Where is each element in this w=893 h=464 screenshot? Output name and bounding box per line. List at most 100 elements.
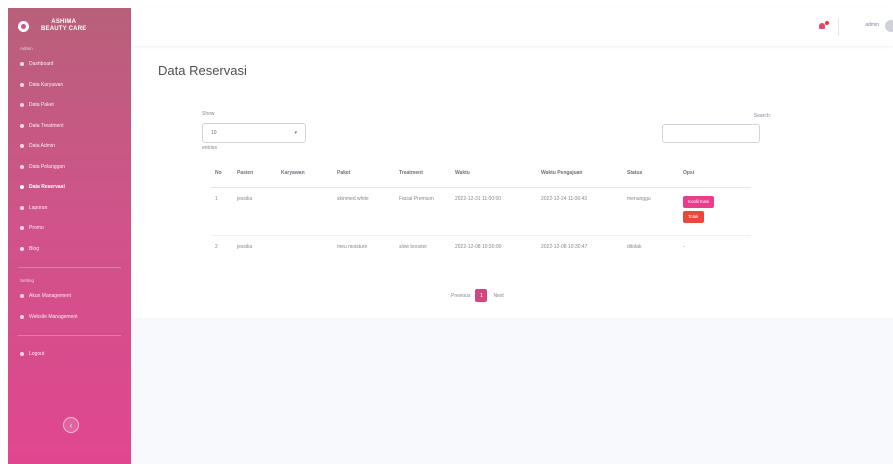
globe-icon: [20, 314, 24, 319]
cell-no: 2: [215, 243, 218, 250]
cell-status: menunggu: [623, 187, 679, 236]
sidebar-item-dashboard[interactable]: Dashboard: [8, 54, 131, 75]
cell-paket: skinmed white: [333, 187, 395, 236]
pagination-page-1[interactable]: 1: [475, 289, 488, 302]
reject-button[interactable]: Tolak: [683, 210, 704, 223]
cell-karyawan: [277, 187, 333, 236]
sidebar-item-label: Data Reservasi: [29, 184, 65, 191]
calendar-icon: [20, 185, 24, 190]
notification-badge: [825, 21, 829, 25]
topbar-divider: [838, 18, 839, 36]
sidebar-heading-admin: Admin: [20, 46, 33, 51]
cell-waktu-pengajuan: 2022-12-24 11:06:43: [537, 187, 623, 236]
column-header-paket[interactable]: Paket: [333, 159, 395, 188]
sidebar-item-logout[interactable]: Logout: [8, 344, 131, 365]
cell-opsi: Konfirmasi Tolak: [679, 187, 751, 236]
brand-line-2: BEAUTY CARE: [41, 26, 87, 32]
entries-select-value: 10: [211, 130, 217, 136]
reservation-table-card: Show 10 ▾ entries Search: No Pasien Kary…: [191, 104, 771, 309]
dashboard-icon: [20, 62, 24, 67]
sidebar-item-blog[interactable]: Blog: [8, 239, 131, 260]
avatar[interactable]: [885, 20, 893, 32]
sidebar-item-label: Laporan: [29, 204, 48, 211]
column-header-pasien[interactable]: Pasien: [233, 159, 277, 188]
column-header-opsi[interactable]: Opsi: [679, 159, 751, 188]
sidebar-item-akun-management[interactable]: Akun Management: [8, 286, 131, 307]
users-icon: [20, 82, 24, 87]
entries-label: entries: [202, 145, 218, 151]
topbar: admin: [131, 8, 893, 46]
pagination-next[interactable]: Next: [493, 293, 503, 299]
column-header-status[interactable]: Status: [623, 159, 679, 188]
sidebar-item-label: Data Pelanggan: [29, 163, 65, 170]
cell-paket: meu moisture: [337, 243, 368, 250]
user-name[interactable]: admin: [865, 22, 879, 28]
sidebar-item-label: Dashboard: [29, 61, 54, 68]
cell-treatment: Facial Premium: [395, 187, 451, 236]
reservation-table: No Pasien Karyawan Paket Treatment Waktu…: [211, 159, 751, 275]
sidebar-brand[interactable]: ASHIMA BEAUTY CARE: [8, 8, 131, 44]
admin-icon: [20, 144, 24, 149]
sidebar-item-data-treatment[interactable]: Data Treatment: [8, 116, 131, 137]
brand-logo-icon: [18, 20, 29, 32]
entries-select[interactable]: 10 ▾: [202, 123, 306, 143]
logout-icon: [20, 352, 24, 357]
blog-icon: [20, 246, 24, 251]
sidebar-item-data-karyawan[interactable]: Data Karyawan: [8, 75, 131, 96]
sidebar-item-data-admin[interactable]: Data Admin: [8, 136, 131, 157]
report-icon: [20, 205, 24, 210]
cell-waktu: 2022-12-31 11:00:00: [451, 187, 537, 236]
cell-status: ditolak: [627, 243, 642, 250]
tag-icon: [20, 226, 24, 231]
sidebar-item-label: Data Admin: [29, 143, 55, 150]
sidebar-item-website-management[interactable]: Website Management: [8, 307, 131, 328]
sidebar-divider: [18, 335, 121, 336]
treatment-icon: [20, 123, 24, 128]
sidebar-divider: [18, 267, 121, 268]
bell-icon[interactable]: [819, 21, 829, 30]
table-header-row: No Pasien Karyawan Paket Treatment Waktu…: [211, 159, 751, 188]
show-entries-label: Show: [202, 111, 215, 117]
sidebar-item-label: Website Management: [29, 313, 78, 320]
page-title: Data Reservasi: [158, 63, 247, 78]
sidebar-item-laporan[interactable]: Laporan: [8, 198, 131, 219]
gear-icon: [20, 294, 24, 299]
sidebar-item-label: Akun Management: [29, 293, 71, 300]
sidebar-item-label: Blog: [29, 245, 40, 252]
sidebar-item-label: Data Treatment: [29, 122, 64, 129]
sidebar-item-label: Data Karyawan: [29, 81, 64, 88]
chevron-left-icon: ‹: [69, 420, 73, 430]
customer-icon: [20, 164, 24, 169]
table-row: 1 jessika skinmed white Facial Premium 2…: [211, 187, 751, 236]
column-header-waktu-pengajuan[interactable]: Waktu Pengajuan: [537, 159, 623, 188]
cell-treatment: slow booster: [399, 243, 428, 250]
sidebar-item-label: Promo: [29, 225, 44, 232]
sidebar-heading-setting: Setting: [20, 278, 35, 283]
cell-waktu-pengajuan: 2022-12-08 10:30:47: [541, 243, 588, 250]
pagination: Previous 1 Next: [451, 289, 504, 302]
sidebar-item-promo[interactable]: Promo: [8, 218, 131, 239]
sidebar-toggle-button[interactable]: ‹: [63, 417, 79, 433]
column-header-no[interactable]: No: [211, 159, 233, 188]
column-header-karyawan[interactable]: Karyawan: [277, 159, 333, 188]
sidebar-item-data-paket[interactable]: Data Paket: [8, 95, 131, 116]
search-label: Search:: [753, 113, 771, 119]
table-row: 2 jessika meu moisture slow booster 2022…: [211, 235, 751, 275]
package-icon: [20, 103, 24, 108]
column-header-treatment[interactable]: Treatment: [395, 159, 451, 188]
column-header-waktu[interactable]: Waktu: [451, 159, 537, 188]
sidebar-item-data-reservasi[interactable]: Data Reservasi: [8, 177, 131, 198]
chevron-down-icon: ▾: [294, 130, 297, 136]
search-input[interactable]: [662, 124, 760, 143]
sidebar-item-label: Data Paket: [29, 102, 54, 109]
confirm-button[interactable]: Konfirmasi: [683, 195, 715, 208]
sidebar-item-data-pelanggan[interactable]: Data Pelanggan: [8, 157, 131, 178]
sidebar: ASHIMA BEAUTY CARE Admin Dashboard Data …: [8, 8, 131, 464]
cell-opsi: -: [683, 243, 685, 250]
cell-pasien: jessika: [237, 243, 253, 250]
brand-name: ASHIMA BEAUTY CARE: [41, 19, 86, 33]
cell-no: 1: [211, 187, 233, 236]
pagination-previous[interactable]: Previous: [451, 293, 470, 299]
bell-body: [819, 23, 825, 29]
brand-line-1: ASHIMA: [51, 19, 77, 25]
